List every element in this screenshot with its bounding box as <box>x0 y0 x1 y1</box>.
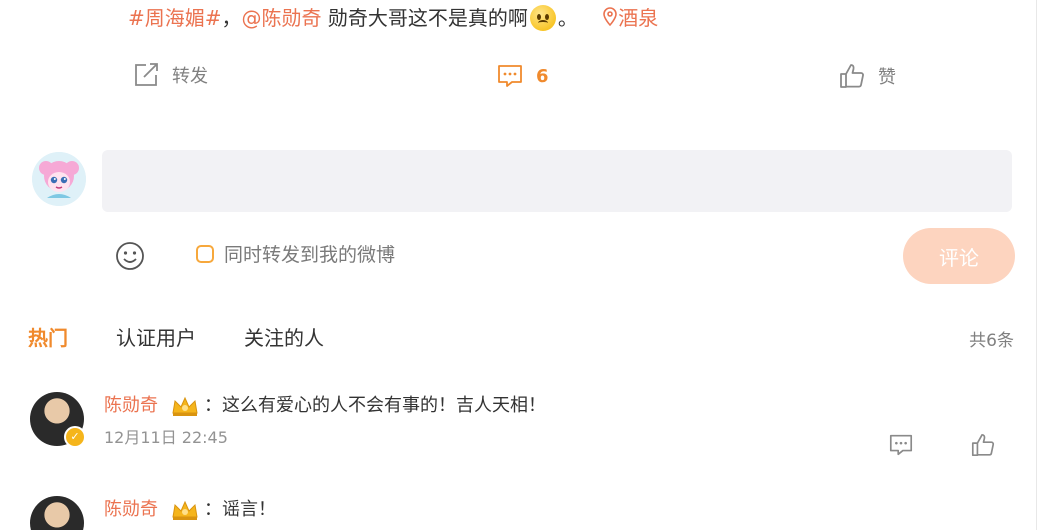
weibo-post-card: #周海媚#，@陈勋奇 勋奇大哥这不是真的啊 。 酒泉 转发 6 赞 同时转发到我的… <box>0 0 1037 530</box>
cartoon-avatar-icon <box>32 152 86 206</box>
tab-following[interactable]: 关注的人 <box>244 322 324 351</box>
total-count: 共6条 <box>969 331 1014 351</box>
post-body: 勋奇大哥这不是真的啊 <box>321 6 528 30</box>
post-text: #周海媚#，@陈勋奇 勋奇大哥这不是真的啊 。 酒泉 <box>128 2 658 34</box>
checkbox-box[interactable] <box>196 244 214 263</box>
comment-actions <box>888 432 996 462</box>
post-action-bar: 转发 6 赞 <box>0 62 1036 98</box>
like-label: 赞 <box>878 67 896 88</box>
post-end: 。 <box>557 6 578 30</box>
comment-line: 陈勋奇 ：谣言！ <box>104 496 276 524</box>
location-pin-icon <box>603 7 618 27</box>
smiley-icon <box>116 242 144 270</box>
tab-hot[interactable]: 热门 <box>28 322 68 351</box>
comment-text: ：谣言！ <box>204 499 276 520</box>
comment-button[interactable]: 6 <box>496 62 549 90</box>
repost-label: 转发 <box>172 66 208 87</box>
repost-icon <box>135 63 158 86</box>
comment-input[interactable] <box>102 150 1012 212</box>
commenter-name[interactable]: 陈勋奇 <box>104 496 158 524</box>
forward-to-weibo-checkbox[interactable]: 同时转发到我的微博 <box>196 240 395 267</box>
like-button[interactable]: 赞 <box>838 62 896 90</box>
crown-badge-icon <box>172 396 198 416</box>
emoji-button[interactable] <box>114 240 146 276</box>
reply-button[interactable] <box>888 432 914 462</box>
my-avatar[interactable] <box>32 152 86 206</box>
comment-time: 12月11日 22:45 <box>104 428 228 447</box>
topic-link[interactable]: #周海媚# <box>128 6 222 30</box>
repost-button[interactable]: 转发 <box>132 62 208 88</box>
comment-count: 6 <box>536 65 549 87</box>
comment-like-button[interactable] <box>970 432 996 462</box>
commenter-avatar[interactable]: ✓ <box>30 392 86 448</box>
comment-line: 陈勋奇 ：这么有爱心的人不会有事的！吉人天相！ <box>104 392 546 420</box>
comment-filter-tabs: 热门 认证用户 关注的人 <box>28 322 324 351</box>
comment-icon <box>889 434 913 456</box>
forward-label: 同时转发到我的微博 <box>224 244 396 266</box>
location-link[interactable]: 酒泉 <box>602 6 658 30</box>
crown-badge-icon <box>172 500 198 520</box>
sad-face-emoji-icon <box>529 5 556 31</box>
mention-link[interactable]: @陈勋奇 <box>242 6 322 30</box>
comment-icon <box>498 65 522 87</box>
submit-comment-button[interactable]: 评论 <box>903 228 1015 284</box>
tab-verified-users[interactable]: 认证用户 <box>116 322 196 351</box>
comment-text: ：这么有爱心的人不会有事的！吉人天相！ <box>204 395 546 416</box>
commenter-avatar[interactable] <box>30 496 84 530</box>
location-text: 酒泉 <box>618 6 659 30</box>
verified-badge-icon: ✓ <box>64 426 86 448</box>
thumbs-up-icon <box>840 64 864 88</box>
thumbs-up-icon <box>971 433 995 457</box>
commenter-name[interactable]: 陈勋奇 <box>104 392 158 420</box>
separator: ， <box>221 6 242 30</box>
